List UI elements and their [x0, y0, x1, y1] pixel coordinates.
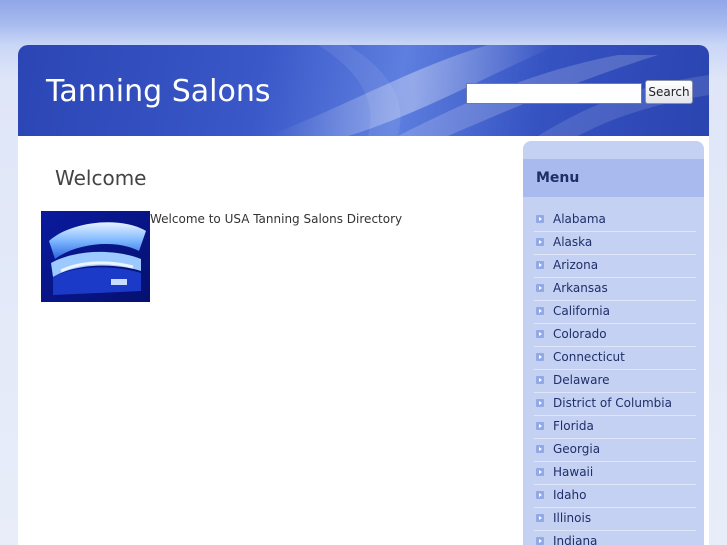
sidebar-item-illinois[interactable]: Illinois: [534, 508, 696, 531]
bullet-arrow-icon: [536, 353, 544, 361]
page-container: Tanning Salons Search Welcome Welcome to…: [18, 45, 709, 545]
sidebar-item-label[interactable]: Florida: [553, 419, 594, 433]
sidebar-item-label[interactable]: Alaska: [553, 235, 592, 249]
sidebar-item-connecticut[interactable]: Connecticut: [534, 347, 696, 370]
sidebar-item-arizona[interactable]: Arizona: [534, 255, 696, 278]
sidebar-item-indiana[interactable]: Indiana: [534, 531, 696, 545]
main-content: Welcome Welcome to USA Tanning Salons Di…: [18, 136, 518, 545]
site-title[interactable]: Tanning Salons: [46, 74, 270, 109]
bullet-arrow-icon: [536, 330, 544, 338]
bullet-arrow-icon: [536, 445, 544, 453]
sidebar-item-label[interactable]: District of Columbia: [553, 396, 672, 410]
sidebar-item-arkansas[interactable]: Arkansas: [534, 278, 696, 301]
sidebar-item-label[interactable]: Alabama: [553, 212, 606, 226]
sidebar-item-florida[interactable]: Florida: [534, 416, 696, 439]
sidebar-item-label[interactable]: Georgia: [553, 442, 600, 456]
sidebar-item-label[interactable]: Illinois: [553, 511, 591, 525]
bullet-arrow-icon: [536, 422, 544, 430]
sidebar-item-label[interactable]: Colorado: [553, 327, 607, 341]
sidebar-item-hawaii[interactable]: Hawaii: [534, 462, 696, 485]
sidebar-item-label[interactable]: Connecticut: [553, 350, 625, 364]
bullet-arrow-icon: [536, 284, 544, 292]
sidebar-item-alaska[interactable]: Alaska: [534, 232, 696, 255]
search-button[interactable]: Search: [645, 80, 693, 104]
sidebar: Menu Alabama Alaska Arizona Arkansas Cal…: [523, 141, 704, 545]
tanning-bed-image: [41, 211, 150, 302]
sidebar-item-label[interactable]: Hawaii: [553, 465, 593, 479]
bullet-arrow-icon: [536, 514, 544, 522]
sidebar-item-california[interactable]: California: [534, 301, 696, 324]
sidebar-item-label[interactable]: Indiana: [553, 534, 597, 545]
bullet-arrow-icon: [536, 399, 544, 407]
bullet-arrow-icon: [536, 537, 544, 545]
sidebar-title: Menu: [536, 170, 580, 186]
sidebar-item-label[interactable]: Arizona: [553, 258, 598, 272]
sidebar-header: Menu: [523, 159, 704, 197]
sidebar-item-label[interactable]: Idaho: [553, 488, 586, 502]
bullet-arrow-icon: [536, 376, 544, 384]
sidebar-item-label[interactable]: Delaware: [553, 373, 610, 387]
welcome-text: Welcome to USA Tanning Salons Directory: [150, 212, 403, 226]
sidebar-item-idaho[interactable]: Idaho: [534, 485, 696, 508]
site-header: Tanning Salons Search: [18, 45, 709, 136]
bullet-arrow-icon: [536, 307, 544, 315]
bullet-arrow-icon: [536, 238, 544, 246]
bullet-arrow-icon: [536, 261, 544, 269]
search-input[interactable]: [466, 83, 642, 104]
state-menu: Alabama Alaska Arizona Arkansas Californ…: [534, 209, 696, 545]
bullet-arrow-icon: [536, 468, 544, 476]
sidebar-item-delaware[interactable]: Delaware: [534, 370, 696, 393]
sidebar-item-alabama[interactable]: Alabama: [534, 209, 696, 232]
page-title: Welcome: [55, 166, 147, 190]
bullet-arrow-icon: [536, 491, 544, 499]
sidebar-item-colorado[interactable]: Colorado: [534, 324, 696, 347]
sidebar-item-georgia[interactable]: Georgia: [534, 439, 696, 462]
sidebar-item-label[interactable]: California: [553, 304, 610, 318]
sidebar-item-label[interactable]: Arkansas: [553, 281, 608, 295]
bullet-arrow-icon: [536, 215, 544, 223]
sidebar-item-district-of-columbia[interactable]: District of Columbia: [534, 393, 696, 416]
